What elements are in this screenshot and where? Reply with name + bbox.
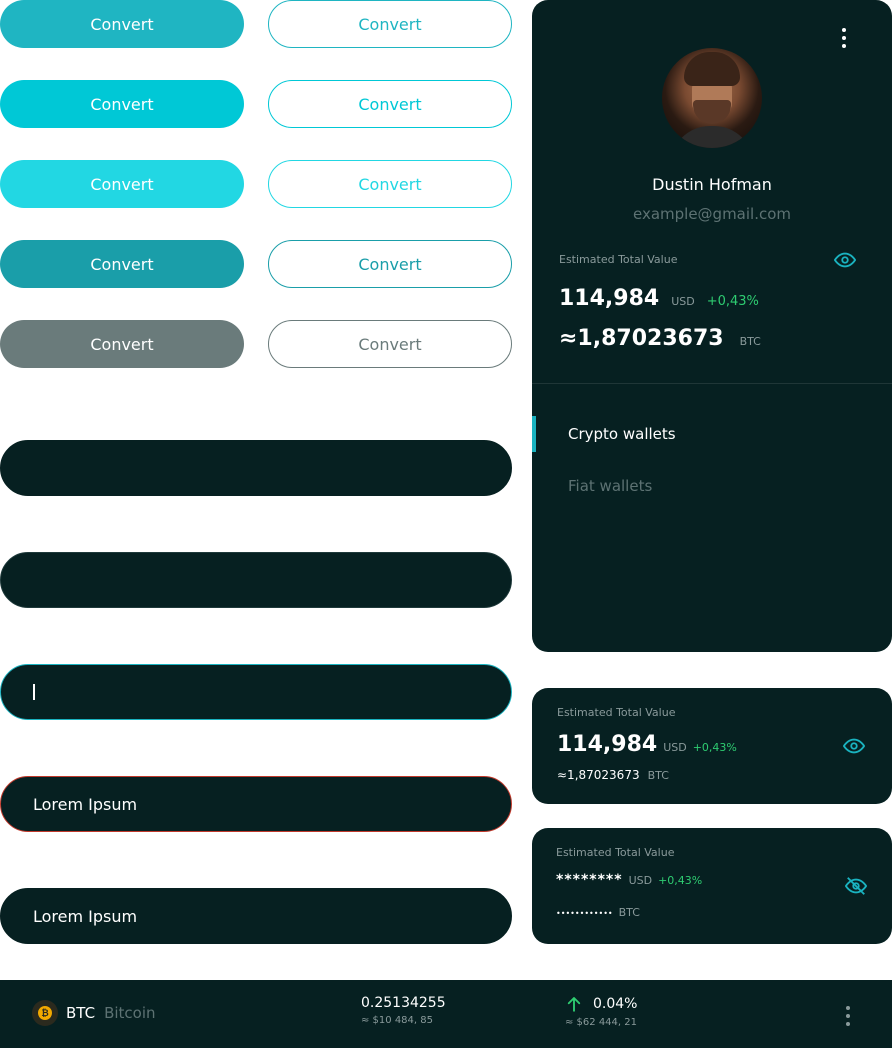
convert-button-filled-default[interactable]: Convert <box>0 0 244 48</box>
convert-button-outline-disabled[interactable]: Convert <box>268 320 512 368</box>
asset-amount-fiat: ≈ $10 484, 85 <box>361 1015 433 1026</box>
profile-email: example@gmail.com <box>632 205 792 223</box>
convert-button-outline-pressed[interactable]: Convert <box>268 240 512 288</box>
card-hidden-btc-row: •••••••••••• BTC <box>556 906 640 919</box>
asset-row[interactable]: ₿ BTC Bitcoin 0.25134255 ≈ $10 484, 85 0… <box>0 980 892 1048</box>
card-btc-unit: BTC <box>647 769 669 782</box>
row-more-options-icon[interactable] <box>846 1006 850 1026</box>
usd-value: 114,984 <box>559 286 660 311</box>
asset-amount: 0.25134255 <box>361 995 446 1011</box>
asset-name: Bitcoin <box>104 1004 156 1022</box>
card-usd-unit: USD <box>663 741 687 754</box>
card-hidden-usd-unit: USD <box>628 874 653 887</box>
tab-crypto-wallets[interactable]: Crypto wallets <box>568 425 676 443</box>
divider <box>532 383 892 384</box>
card-hidden-usd-row: ******** USD +0,43% <box>556 872 702 888</box>
profile-name: Dustin Hofman <box>652 175 772 194</box>
btc-value-row: ≈1,87023673 BTC <box>559 326 761 351</box>
card-usd-change: +0,43% <box>692 741 737 754</box>
estimated-value-card: Estimated Total Value 114,984 USD +0,43%… <box>532 688 892 804</box>
usd-unit: USD <box>671 295 695 308</box>
bitcoin-icon: ₿ <box>32 1000 58 1026</box>
more-options-icon[interactable] <box>842 28 846 48</box>
card-usd-value: 114,984 <box>557 732 658 757</box>
estimated-value-card-hidden: Estimated Total Value ******** USD +0,43… <box>532 828 892 944</box>
btc-value: ≈1,87023673 <box>559 326 724 351</box>
convert-button-filled-hover[interactable]: Convert <box>0 80 244 128</box>
input-field-error[interactable]: Lorem Ipsum <box>0 776 512 832</box>
convert-button-outline-default[interactable]: Convert <box>268 0 512 48</box>
active-tab-indicator <box>532 416 536 452</box>
card-usd-row: 114,984 USD +0,43% <box>557 732 737 757</box>
profile-panel: Dustin Hofman example@gmail.com Estimate… <box>532 0 892 652</box>
card-btc-row: ≈1,87023673 BTC <box>557 768 669 782</box>
btc-unit: BTC <box>739 335 761 348</box>
asset-change-group: 0.04% ≈ $62 444, 21 <box>565 995 637 1028</box>
card-hidden-usd-change: +0,43% <box>658 874 703 887</box>
card-hidden-estimated-label: Estimated Total Value <box>556 846 675 859</box>
input-field-filled[interactable]: Lorem Ipsum <box>0 888 512 944</box>
asset-amount-group: 0.25134255 ≈ $10 484, 85 <box>361 995 446 1026</box>
convert-button-filled-pressed[interactable]: Convert <box>0 240 244 288</box>
input-field-empty[interactable] <box>0 440 512 496</box>
card-hidden-btc-value: •••••••••••• <box>556 909 613 918</box>
avatar <box>662 48 762 148</box>
card-hidden-btc-unit: BTC <box>618 906 640 919</box>
asset-symbol: BTC <box>66 1004 96 1022</box>
input-field-filled-value: Lorem Ipsum <box>33 906 138 926</box>
asset-name-group: BTC Bitcoin <box>66 1004 156 1022</box>
convert-button-outline-hover[interactable]: Convert <box>268 80 512 128</box>
input-field-focused[interactable] <box>0 664 512 720</box>
convert-button-outline-light[interactable]: Convert <box>268 160 512 208</box>
input-field-hover[interactable] <box>0 552 512 608</box>
input-field-error-value: Lorem Ipsum <box>33 794 138 814</box>
arrow-up-icon <box>567 997 581 1012</box>
estimated-total-label: Estimated Total Value <box>559 253 678 266</box>
asset-change: 0.04% <box>593 996 638 1012</box>
eye-icon[interactable] <box>834 249 856 271</box>
eye-off-icon[interactable] <box>845 875 867 897</box>
eye-icon[interactable] <box>843 735 865 757</box>
text-caret <box>33 684 35 700</box>
usd-change: +0,43% <box>706 294 759 309</box>
convert-button-filled-light[interactable]: Convert <box>0 160 244 208</box>
usd-value-row: 114,984 USD +0,43% <box>559 286 759 311</box>
card-btc-value: ≈1,87023673 <box>557 768 640 782</box>
asset-price-fiat: ≈ $62 444, 21 <box>565 1017 637 1028</box>
tab-fiat-wallets[interactable]: Fiat wallets <box>568 477 652 495</box>
card-hidden-usd-value: ******** <box>556 872 623 888</box>
card-estimated-label: Estimated Total Value <box>557 706 676 719</box>
convert-button-filled-disabled[interactable]: Convert <box>0 320 244 368</box>
